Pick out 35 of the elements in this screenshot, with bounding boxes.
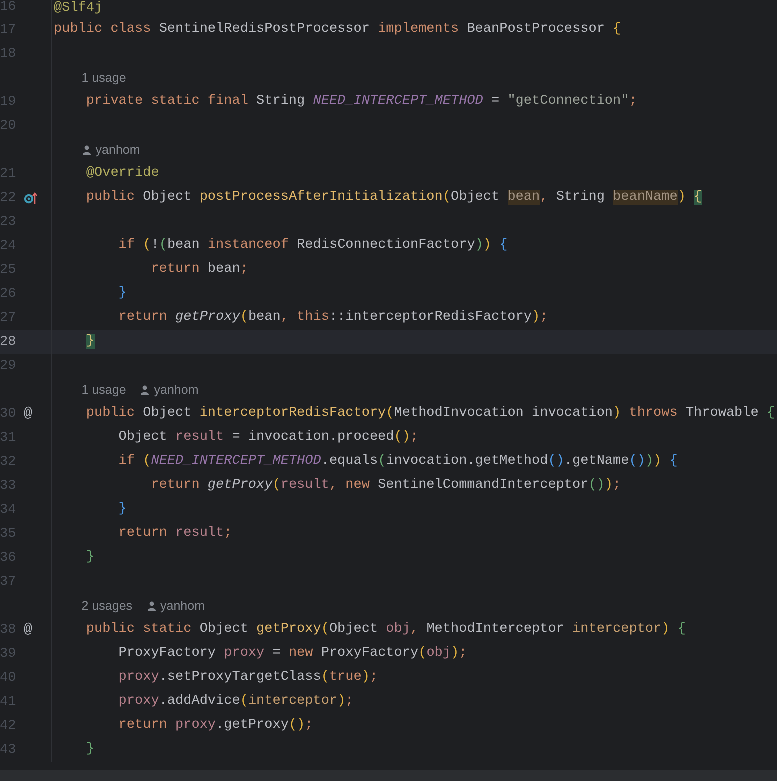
code-line: Object result = invocation.proceed(); <box>118 429 419 447</box>
code-line: public static Object getProxy(Object obj, MethodInterceptor interceptor) { <box>86 621 686 639</box>
implements-icon <box>24 191 38 205</box>
usages-hint[interactable]: 1 usage <box>82 383 126 397</box>
line-number: 28 <box>0 334 18 350</box>
code-line: proxy.setProxyTargetClass(true); <box>118 669 378 687</box>
code-line: return getProxy(result, new SentinelCommandInterceptor()); <box>151 477 622 495</box>
code-line: } <box>118 501 127 519</box>
code-line: return proxy.getProxy(); <box>118 717 314 735</box>
code-line: public Object postProcessAfterInitialization(Object bean, String beanName) { <box>86 189 702 207</box>
gutter-mark[interactable]: @ <box>24 406 32 422</box>
code-line: ProxyFactory proxy = new ProxyFactory(obj); <box>118 645 468 663</box>
gutter-mark[interactable]: @ <box>24 622 32 638</box>
code-line: } <box>86 741 94 759</box>
code-line: return result; <box>118 525 232 543</box>
usages-hint[interactable]: 1 usage <box>82 71 126 85</box>
code-line: return getProxy(bean, this::interceptorRedisFactory); <box>118 309 548 327</box>
code-line: public class SentinelRedisPostProcessor implements BeanPostProcessor { <box>54 21 622 39</box>
author-hint[interactable]: yanhom <box>154 383 199 397</box>
author-hint[interactable]: yanhom <box>96 143 140 157</box>
code-line: public Object interceptorRedisFactory(MethodInvocation invocation) throws Throwable { <box>86 405 776 423</box>
person-icon <box>82 145 92 155</box>
code-line: if (!(bean instanceof RedisConnectionFactory)) { <box>118 237 508 255</box>
code-line: private static final String NEED_INTERCEPT_METHOD = "getConnection"; <box>86 93 638 111</box>
code-line: } <box>118 285 127 303</box>
code-line: proxy.addAdvice(interceptor); <box>118 693 354 711</box>
usages-hint[interactable]: 2 usages <box>82 599 133 613</box>
author-hint[interactable]: yanhom <box>160 599 206 613</box>
code-line: @Override <box>86 165 160 183</box>
code-line: } <box>86 549 94 567</box>
person-icon <box>140 385 150 395</box>
code-line: return bean; <box>151 261 248 279</box>
code-line: if (NEED_INTERCEPT_METHOD.equals(invocation.getMethod().getName())) { <box>118 453 678 471</box>
code-line: @Slf4j <box>54 0 103 18</box>
person-icon <box>146 601 157 611</box>
